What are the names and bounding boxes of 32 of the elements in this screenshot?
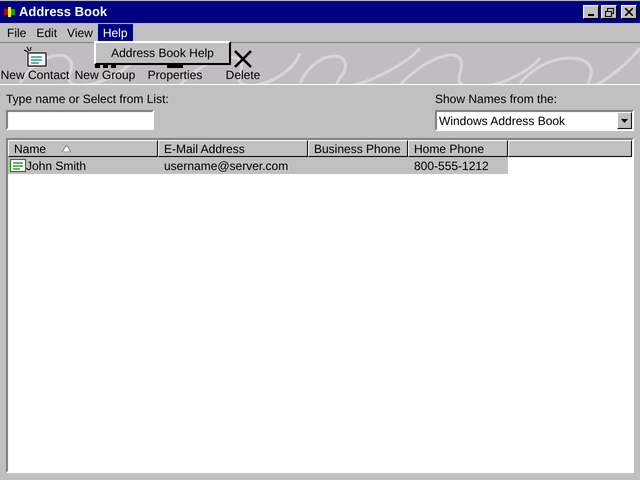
column-header[interactable]: Home Phone bbox=[408, 140, 508, 157]
search-label: Type name or Select from List: bbox=[6, 91, 169, 108]
menu-item[interactable]: File bbox=[2, 24, 32, 41]
menu-item[interactable]: View bbox=[62, 24, 98, 41]
contact-row[interactable]: John Smith username@server.com 800-555-1212 bbox=[8, 157, 508, 174]
close-icon bbox=[625, 8, 633, 16]
delete-icon bbox=[233, 50, 253, 68]
toolbar-button[interactable]: Delete bbox=[226, 68, 260, 82]
table-cell-text: John Smith bbox=[26, 158, 86, 174]
restore-icon bbox=[604, 8, 614, 16]
app-icon bbox=[3, 5, 17, 19]
sort-arrow-icon bbox=[62, 145, 72, 152]
source-dropdown[interactable]: Windows Address Book bbox=[435, 110, 634, 131]
column-header[interactable]: Name bbox=[8, 140, 158, 157]
toolbar-button[interactable]: New Contact bbox=[0, 68, 70, 82]
search-field[interactable] bbox=[6, 110, 154, 130]
restore-button[interactable] bbox=[601, 5, 617, 19]
column-header[interactable]: Business Phone bbox=[308, 140, 408, 157]
source-label: Show Names from the: bbox=[435, 91, 558, 108]
toolbar-button[interactable]: Properties bbox=[148, 68, 202, 82]
table-cell-text: 800-555-1212 bbox=[414, 158, 489, 174]
table-cell-text: username@server.com bbox=[164, 158, 288, 174]
menu-entry[interactable]: Address Book Help bbox=[97, 44, 228, 61]
close-button[interactable] bbox=[621, 5, 637, 19]
toolbar-button[interactable]: New Group bbox=[74, 68, 136, 82]
minimize-button[interactable] bbox=[583, 5, 599, 19]
window-title: Address Book bbox=[19, 3, 108, 22]
contact-card-icon bbox=[23, 46, 47, 68]
menu-item[interactable]: Edit bbox=[31, 24, 62, 41]
column-header[interactable]: E-Mail Address bbox=[158, 140, 308, 157]
menu-item[interactable]: Help bbox=[98, 24, 133, 41]
contact-card-icon bbox=[10, 159, 26, 172]
